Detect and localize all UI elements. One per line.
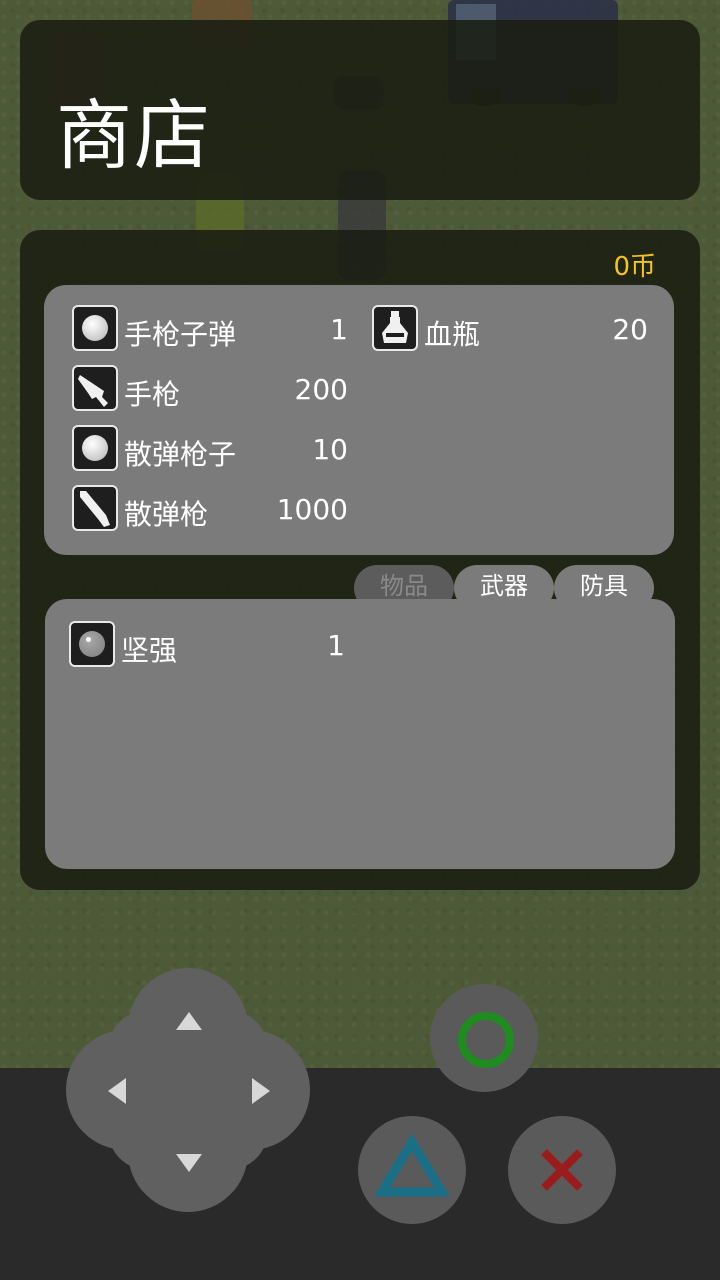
triangle-icon (374, 1133, 450, 1197)
arrow-up-icon[interactable] (176, 1012, 202, 1030)
arrow-left-icon[interactable] (108, 1078, 126, 1104)
shop-item[interactable]: 手枪 200 (72, 365, 362, 417)
shop-panel: 0币 手枪子弹 1 手枪 200 散弹枪子 10 散弹枪 1000 血瓶 20 … (20, 230, 700, 890)
shop-item[interactable]: 散弹枪 1000 (72, 485, 362, 537)
ammo-ball-icon (72, 305, 118, 351)
item-name: 坚强 (121, 634, 178, 667)
pearl-icon (69, 621, 115, 667)
confirm-button[interactable] (430, 984, 538, 1092)
inventory-item[interactable]: 坚强 1 (69, 621, 359, 673)
circle-icon (458, 1012, 514, 1068)
item-name: 散弹枪子 (124, 438, 237, 471)
dpad[interactable] (66, 968, 310, 1212)
item-price: 200 (294, 373, 348, 406)
potion-bottle-icon (372, 305, 418, 351)
arrow-down-icon[interactable] (176, 1154, 202, 1172)
inventory-list: 坚强 1 (45, 599, 675, 869)
item-name: 手枪 (124, 378, 181, 411)
shotgun-icon (72, 485, 118, 531)
item-price: 20 (612, 313, 648, 346)
arrow-right-icon[interactable] (252, 1078, 270, 1104)
shop-item-list: 手枪子弹 1 手枪 200 散弹枪子 10 散弹枪 1000 血瓶 20 (44, 285, 674, 555)
pistol-icon (72, 365, 118, 411)
item-name: 血瓶 (424, 318, 481, 351)
ammo-ball-icon (72, 425, 118, 471)
item-price: 1 (330, 313, 348, 346)
item-name: 手枪子弹 (124, 318, 237, 351)
item-price: 10 (312, 433, 348, 466)
shop-item[interactable]: 手枪子弹 1 (72, 305, 362, 357)
cancel-button[interactable] (508, 1116, 616, 1224)
menu-button[interactable] (358, 1116, 466, 1224)
coin-balance: 0币 (613, 252, 656, 282)
item-name: 散弹枪 (124, 498, 209, 531)
cross-icon (541, 1149, 583, 1191)
item-price: 1000 (276, 493, 348, 526)
item-count: 1 (327, 629, 345, 662)
shop-item[interactable]: 散弹枪子 10 (72, 425, 362, 477)
title-panel: 商店 (20, 20, 700, 200)
shop-item[interactable]: 血瓶 20 (372, 305, 662, 357)
page-title: 商店 (56, 91, 212, 180)
